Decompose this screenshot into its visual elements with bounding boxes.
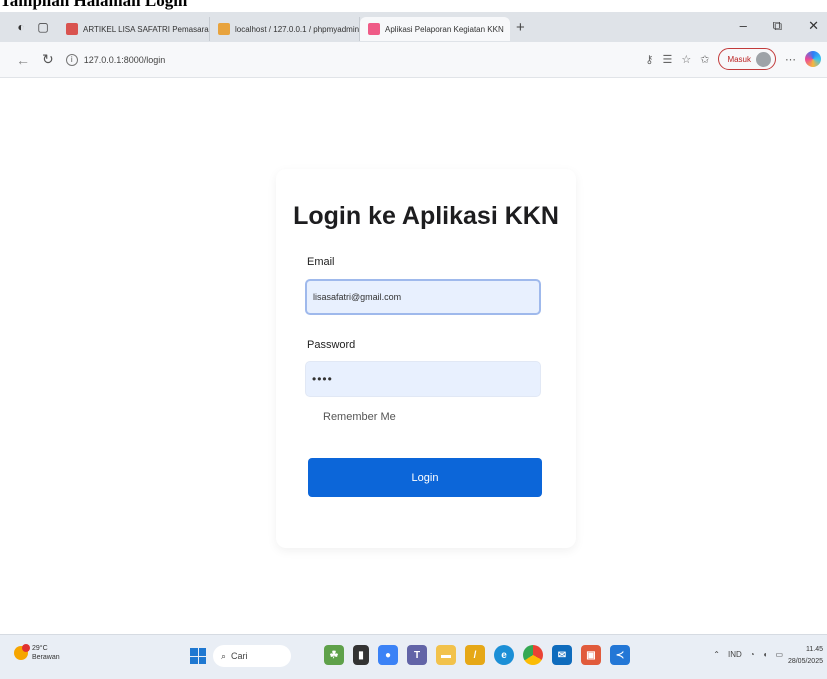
volume-icon[interactable]: ◖ bbox=[763, 650, 768, 659]
system-clock[interactable]: 11.45 28/05/2025 bbox=[788, 644, 823, 668]
window-controls: – ⧉ ✕ bbox=[740, 18, 819, 34]
toolbar-actions: ⚷ ☰ ☆ ✩ Masuk ⋯ bbox=[645, 48, 821, 70]
browser-tab-bar: ◐ ▢ ARTIKEL LISA SAFATRI Pemasaran ✕ loc… bbox=[0, 12, 827, 42]
email-field[interactable]: lisasafatri@gmail.com bbox=[305, 279, 541, 315]
date-text: 28/05/2025 bbox=[787, 658, 823, 665]
pinned-apps: ☘ ▮ ● T ▬ / e ✉ ▣ ≺ bbox=[324, 645, 630, 665]
reload-icon[interactable]: ↻ bbox=[42, 51, 54, 68]
password-field[interactable]: •••• bbox=[305, 361, 541, 397]
system-tray: ⌃ IND ◔ ◖ ▭ bbox=[713, 650, 783, 659]
login-button-label: Login bbox=[411, 471, 439, 484]
favorite-star-icon[interactable]: ☆ bbox=[681, 53, 691, 66]
remember-me-label: Remember Me bbox=[323, 411, 396, 423]
minimize-icon[interactable]: – bbox=[740, 18, 747, 34]
battery-icon[interactable]: ▭ bbox=[775, 650, 783, 659]
key-icon[interactable]: ⚷ bbox=[645, 53, 653, 66]
workspaces-icon[interactable]: ◐ bbox=[14, 20, 28, 34]
tab-label: Aplikasi Pelaporan Kegiatan KKN bbox=[385, 24, 504, 34]
chrome-icon[interactable] bbox=[523, 645, 543, 665]
copilot-icon[interactable] bbox=[805, 51, 821, 67]
login-card: Login ke Aplikasi KKN Email lisasafatri@… bbox=[276, 169, 576, 548]
office-icon[interactable]: ▣ bbox=[581, 645, 601, 665]
close-window-icon[interactable]: ✕ bbox=[808, 18, 819, 34]
browser-address-bar: ← ↻ i 127.0.0.1:8000/login ⚷ ☰ ☆ ✩ Masuk… bbox=[0, 42, 827, 78]
maximize-icon[interactable]: ⧉ bbox=[773, 18, 782, 34]
windows-taskbar: 29°C Berawan ⌕ Cari ☘ ▮ ● T ▬ / e ✉ ▣ ≺ … bbox=[0, 634, 827, 679]
time-text: 11.45 bbox=[806, 646, 823, 653]
file-explorer-icon[interactable]: ▬ bbox=[436, 645, 456, 665]
vscode-icon[interactable]: ≺ bbox=[610, 645, 630, 665]
url-text: 127.0.0.1:8000/login bbox=[83, 54, 166, 65]
page-title: Login ke Aplikasi KKN bbox=[293, 202, 559, 230]
search-placeholder: Cari bbox=[231, 651, 248, 661]
chat-icon[interactable]: ● bbox=[378, 645, 398, 665]
sign-in-button[interactable]: Masuk bbox=[718, 48, 776, 70]
tab-favicon-icon bbox=[218, 23, 230, 35]
tab-aplikasi-kkn[interactable]: Aplikasi Pelaporan Kegiatan KKN ✕ bbox=[360, 17, 510, 41]
back-icon[interactable]: ← bbox=[16, 52, 30, 68]
remember-me-checkbox[interactable]: Remember Me bbox=[305, 411, 396, 423]
tab-favicon-icon bbox=[368, 23, 380, 35]
weather-icon bbox=[14, 644, 30, 660]
weather-text: Berawan bbox=[32, 654, 60, 661]
tab-artikel[interactable]: ARTIKEL LISA SAFATRI Pemasaran ✕ bbox=[58, 17, 210, 41]
url-field[interactable]: i 127.0.0.1:8000/login bbox=[65, 48, 686, 72]
mail-icon[interactable]: ✉ bbox=[552, 645, 572, 665]
email-label: Email bbox=[307, 256, 335, 268]
pen-icon[interactable]: / bbox=[465, 645, 485, 665]
tab-actions-icon[interactable]: ▢ bbox=[36, 20, 50, 34]
avatar bbox=[756, 51, 771, 67]
email-value: lisasafatri@gmail.com bbox=[313, 292, 402, 302]
chevron-up-icon[interactable]: ⌃ bbox=[713, 650, 720, 659]
favorites-icon[interactable]: ✩ bbox=[700, 53, 709, 66]
password-value: •••• bbox=[312, 372, 333, 386]
task-view-icon[interactable]: ▮ bbox=[353, 645, 369, 665]
taskbar-search[interactable]: ⌕ Cari bbox=[213, 645, 291, 667]
temperature-text: 29°C bbox=[32, 645, 48, 652]
password-label: Password bbox=[307, 339, 356, 351]
teams-icon[interactable]: T bbox=[407, 645, 427, 665]
screenshot: Tampilan Halaman Login ◐ ▢ ARTIKEL LISA … bbox=[0, 0, 827, 679]
more-options-icon[interactable]: ⋯ bbox=[785, 53, 796, 66]
tab-label: ARTIKEL LISA SAFATRI Pemasaran bbox=[83, 24, 210, 34]
wifi-icon[interactable]: ◔ bbox=[750, 650, 755, 659]
weather-widget[interactable]: 29°C Berawan bbox=[14, 644, 60, 662]
document-caption: Tampilan Halaman Login bbox=[0, 0, 188, 10]
start-icon[interactable] bbox=[190, 648, 206, 664]
tab-phpmyadmin[interactable]: localhost / 127.0.0.1 / phpmyadmin ✕ bbox=[210, 17, 360, 41]
site-info-icon[interactable]: i bbox=[65, 53, 78, 66]
language-indicator[interactable]: IND bbox=[728, 650, 742, 659]
login-button[interactable]: Login bbox=[308, 458, 542, 497]
search-icon: ⌕ bbox=[221, 650, 227, 661]
checkbox-box[interactable] bbox=[305, 411, 317, 423]
widgets-icon[interactable]: ☘ bbox=[324, 645, 344, 665]
edge-icon[interactable]: e bbox=[494, 645, 514, 665]
tab-favicon-icon bbox=[66, 23, 78, 35]
tab-label: localhost / 127.0.0.1 / phpmyadmin bbox=[235, 24, 360, 34]
new-tab-button[interactable]: + bbox=[516, 19, 525, 36]
sign-in-label: Masuk bbox=[727, 54, 751, 64]
page-content: Login ke Aplikasi KKN Email lisasafatri@… bbox=[0, 79, 827, 634]
reader-mode-icon[interactable]: ☰ bbox=[662, 53, 672, 66]
